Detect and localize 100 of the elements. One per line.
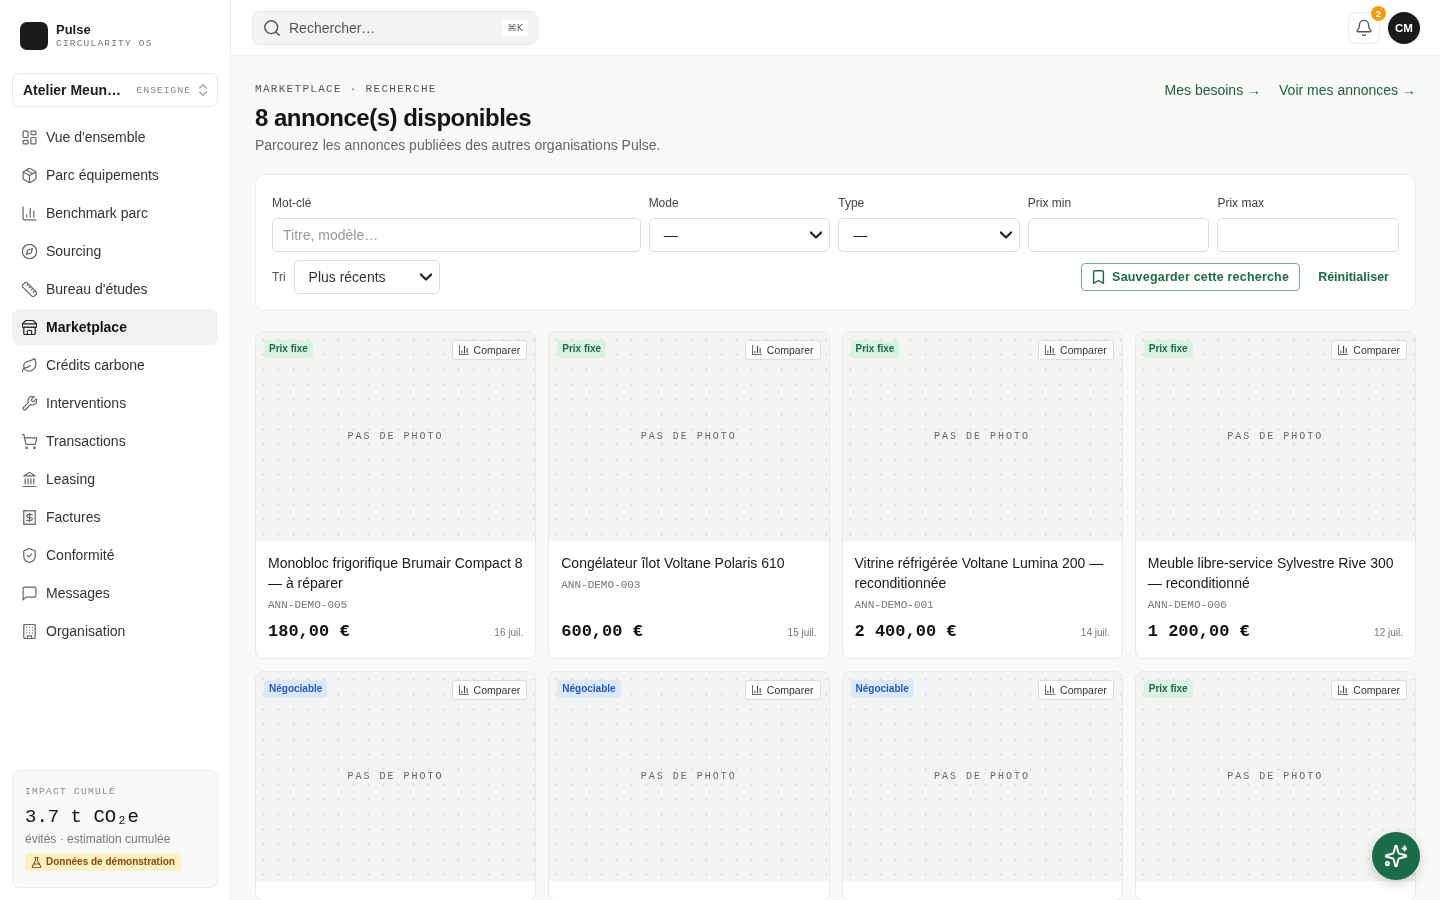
listing-date: 15 juil.	[787, 626, 817, 640]
nav-item[interactable]: Transactions	[12, 423, 218, 459]
chat-bubble-icon	[22, 585, 37, 601]
no-photo-label: PAS DE PHOTO	[1227, 771, 1324, 782]
listing-date: 12 juil.	[1374, 626, 1403, 640]
listing-card[interactable]: Négociable Comparer PAS DE PHOTO	[548, 671, 830, 900]
select-field[interactable]: —	[648, 218, 831, 252]
nav-item[interactable]: Bureau d'études	[12, 271, 218, 307]
listing-price: 1 200,00 €	[1147, 621, 1250, 643]
input-field[interactable]	[1217, 218, 1399, 252]
listing-title: Vitrine réfrigérée Voltane Lumina 200 — reconditionnée	[854, 554, 1105, 593]
no-photo-label: PAS DE PHOTO	[347, 431, 444, 442]
listing-title: Congélateur îlot Voltane Polaris 610	[561, 554, 786, 573]
listing-card[interactable]: Prix fixe Comparer PAS DE PHOTO Congélateur îlot Voltane Polaris 610 ANN-DEMO-003 600,00 € 15 juil.	[548, 331, 830, 659]
input-field[interactable]: Titre, modèle…	[272, 218, 641, 252]
leaf-icon	[22, 357, 37, 373]
compare-button[interactable]: Comparer	[1331, 340, 1407, 360]
no-photo-label: PAS DE PHOTO	[934, 771, 1031, 782]
listing-card[interactable]: Négociable Comparer PAS DE PHOTO	[841, 671, 1123, 900]
bar-chart-icon	[1045, 685, 1056, 695]
compass-icon	[22, 243, 37, 259]
receipt-icon	[22, 509, 37, 525]
listing-card[interactable]: Prix fixe Comparer PAS DE PHOTO	[1134, 671, 1416, 900]
field-label: Prix max	[1217, 196, 1266, 210]
listing-card[interactable]: Prix fixe Comparer PAS DE PHOTO Meuble libre-service Sylvestre Rive 300 — reconditionné ANN-DEMO-006 1 200,00 € 12 juil.	[1134, 331, 1416, 659]
pricing-badge: Négociable	[264, 680, 328, 698]
bookmark-icon	[1092, 270, 1106, 284]
nav-item[interactable]: Organisation	[12, 613, 218, 649]
compare-button[interactable]: Comparer	[451, 340, 528, 360]
sort-select[interactable]: Plus récents	[293, 260, 440, 294]
bar-chart-icon	[1338, 345, 1349, 355]
listing-code: ANN-DEMO-001	[854, 598, 935, 613]
nav-item[interactable]: Leasing	[12, 461, 218, 497]
grid-icon	[22, 129, 37, 145]
compare-button[interactable]: Comparer	[1038, 680, 1114, 700]
impact-label: IMPACT CUMULÉ	[25, 786, 116, 798]
listing-code: ANN-DEMO-005	[268, 598, 349, 613]
listing-date: 14 juil.	[1080, 626, 1110, 640]
chevron-down-icon	[999, 229, 1012, 241]
listing-price: 2 400,00 €	[854, 621, 957, 643]
bar-chart-icon	[458, 345, 469, 355]
compare-button[interactable]: Comparer	[451, 680, 528, 700]
pricing-badge: Prix fixe	[1143, 340, 1193, 358]
field-label: Mot-clé	[272, 196, 313, 210]
impact-value: 3.7 t CO₂e	[25, 805, 140, 829]
page-link[interactable]: Mes besoins →	[1164, 82, 1262, 98]
flask-icon	[31, 856, 42, 868]
bell-icon	[1356, 19, 1372, 36]
chevron-down-icon	[810, 229, 823, 241]
nav-item[interactable]: Interventions	[12, 385, 218, 421]
compare-button[interactable]: Comparer	[1331, 680, 1407, 700]
bank-icon	[22, 471, 37, 487]
listing-code: ANN-DEMO-006	[1147, 598, 1228, 613]
nav-item[interactable]: Benchmark parc	[12, 195, 218, 231]
no-photo-label: PAS DE PHOTO	[347, 771, 444, 782]
bar-chart-icon	[1338, 685, 1349, 695]
nav-item[interactable]: Vue d'ensemble	[12, 119, 218, 155]
logo-icon	[20, 22, 48, 50]
nav-item[interactable]: Conformité	[12, 537, 218, 573]
nav-item[interactable]: Marketplace	[12, 309, 218, 345]
pricing-badge: Négociable	[557, 680, 621, 698]
listing-price: 600,00 €	[561, 621, 643, 643]
compare-button[interactable]: Comparer	[744, 680, 821, 700]
save-search-button[interactable]: Sauvegarder cette recherche	[1081, 263, 1301, 291]
bar-chart-icon	[22, 205, 37, 221]
listing-card[interactable]: Prix fixe Comparer PAS DE PHOTO Monobloc frigorifique Brumair Compact 8 — à réparer ANN-DEMO-005 180,00 € 16 juil.	[255, 331, 537, 659]
org-name: Atelier Meun…	[23, 82, 121, 98]
demo-data-label: Données de démonstration	[46, 856, 175, 868]
ruler-icon	[22, 281, 37, 297]
listing-date: 16 juil.	[494, 626, 524, 640]
brand-name: Pulse	[56, 22, 91, 38]
user-avatar[interactable]: CM	[1388, 11, 1420, 44]
bar-chart-icon	[458, 685, 469, 695]
wrench-icon	[22, 395, 37, 411]
sort-label: Tri	[272, 270, 286, 284]
compare-button[interactable]: Comparer	[1038, 340, 1114, 360]
no-photo-label: PAS DE PHOTO	[1227, 431, 1324, 442]
notification-count: 2	[1371, 5, 1386, 21]
sparkle-icon	[1385, 845, 1407, 867]
listing-code: ANN-DEMO-003	[561, 578, 642, 593]
pricing-badge: Prix fixe	[557, 340, 607, 358]
nav-item[interactable]: Messages	[12, 575, 218, 611]
brand-tagline: CIRCULARITY OS	[56, 38, 153, 50]
nav-item[interactable]: Factures	[12, 499, 218, 535]
listing-card[interactable]: Prix fixe Comparer PAS DE PHOTO Vitrine réfrigérée Voltane Lumina 200 — reconditionnée ANN-DEMO-001 2 400,00 € 14 juil.	[841, 331, 1123, 659]
notifications-button[interactable]	[1348, 11, 1380, 44]
breadcrumb: MARKETPLACE · RECHERCHE	[255, 82, 437, 96]
nav-item[interactable]: Parc équipements	[12, 157, 218, 193]
page-link[interactable]: Voir mes annonces →	[1279, 82, 1416, 98]
shield-check-icon	[22, 547, 37, 563]
select-field[interactable]: —	[838, 218, 1020, 252]
org-switcher[interactable]: Atelier Meun… ENSEIGNE	[12, 73, 218, 107]
org-role-tag: ENSEIGNE	[136, 84, 191, 96]
nav-item[interactable]: Sourcing	[12, 233, 218, 269]
pricing-badge: Prix fixe	[850, 340, 900, 358]
input-field[interactable]	[1027, 218, 1210, 252]
nav-item[interactable]: Crédits carbone	[12, 347, 218, 383]
reset-link[interactable]: Réinitialiser	[1318, 270, 1389, 284]
compare-button[interactable]: Comparer	[744, 340, 821, 360]
listing-card[interactable]: Négociable Comparer PAS DE PHOTO	[255, 671, 537, 900]
